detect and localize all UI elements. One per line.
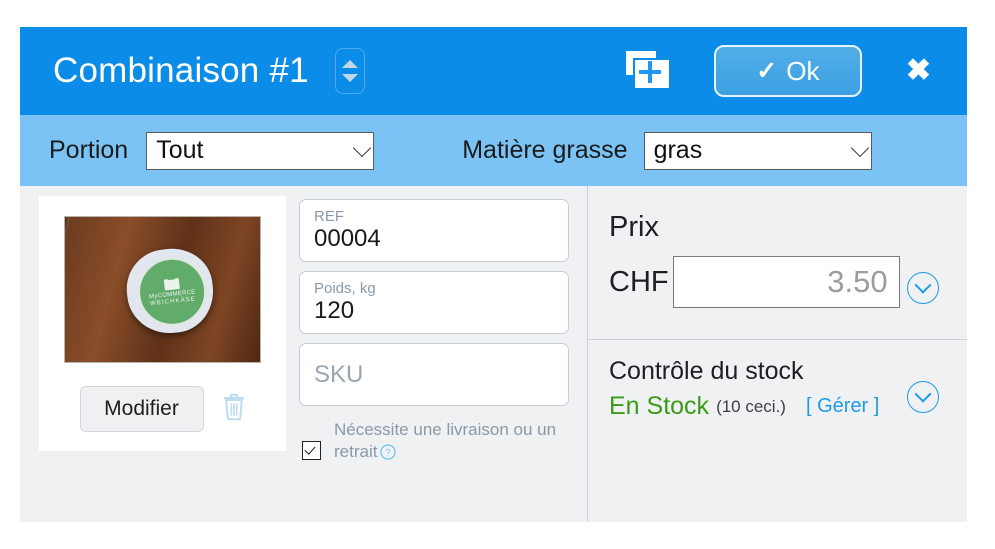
stock-section: Contrôle du stock En Stock (10 ceci.) [ … bbox=[588, 340, 967, 421]
weight-field[interactable]: Poids, kg 120 bbox=[299, 271, 569, 334]
stock-count: (10 ceci.) bbox=[716, 396, 786, 416]
check-icon: ✓ bbox=[756, 56, 778, 85]
dialog-content: MyCOMMERCE WEICHKÄSE Modifier REF 00004 … bbox=[20, 186, 967, 522]
fields-panel: REF 00004 Poids, kg 120 SKU Nécessite un… bbox=[299, 199, 569, 522]
ok-button[interactable]: ✓ Ok bbox=[713, 45, 862, 97]
dialog-title: Combinaison #1 bbox=[53, 51, 309, 90]
stock-section-title: Contrôle du stock bbox=[609, 357, 804, 385]
duplicate-add-icon[interactable] bbox=[625, 51, 671, 91]
shipping-label-text: Nécessite une livraison ou un retrait bbox=[334, 420, 557, 461]
fat-label: Matière grasse bbox=[462, 136, 628, 164]
ref-field[interactable]: REF 00004 bbox=[299, 199, 569, 262]
weight-field-label: Poids, kg bbox=[314, 280, 376, 297]
plus-icon-vertical bbox=[647, 61, 652, 83]
portion-select-value: Tout bbox=[156, 136, 204, 164]
cheese-label: MyCOMMERCE WEICHKÄSE bbox=[134, 254, 210, 330]
weight-field-value: 120 bbox=[314, 297, 355, 324]
price-expand-icon[interactable] bbox=[907, 272, 939, 304]
fat-select[interactable]: gras bbox=[643, 131, 872, 170]
fat-group: Matière grasse gras bbox=[462, 131, 872, 170]
dialog-toolbar: Portion Tout Matière grasse gras bbox=[20, 115, 967, 186]
stock-expand-icon[interactable] bbox=[907, 381, 939, 413]
dialog-titlebar: Combinaison #1 ✓ Ok ✖ bbox=[20, 27, 967, 115]
portion-label: Portion bbox=[49, 136, 129, 164]
stepper-up-icon[interactable] bbox=[341, 60, 358, 68]
trash-icon[interactable] bbox=[222, 392, 246, 426]
duplicate-front-card bbox=[632, 58, 671, 90]
ref-field-label: REF bbox=[314, 208, 344, 225]
help-question-icon[interactable]: ? bbox=[380, 444, 397, 466]
shipping-checkbox[interactable] bbox=[302, 441, 321, 460]
manage-stock-link[interactable]: [ Gérer ] bbox=[806, 395, 879, 418]
stepper-down-icon[interactable] bbox=[341, 74, 358, 82]
ref-field-value: 00004 bbox=[314, 225, 381, 252]
box-icon bbox=[163, 278, 180, 291]
currency-label: CHF bbox=[609, 265, 669, 298]
status-badge: En Stock bbox=[609, 392, 710, 420]
image-panel: MyCOMMERCE WEICHKÄSE Modifier bbox=[39, 196, 286, 451]
price-section-title: Prix bbox=[609, 211, 659, 243]
price-input[interactable]: 3.50 bbox=[672, 256, 900, 308]
ok-button-label: Ok bbox=[786, 55, 820, 86]
portion-group: Portion Tout bbox=[49, 131, 375, 170]
titlebar-actions: ✓ Ok ✖ bbox=[625, 27, 967, 115]
sku-field[interactable]: SKU bbox=[299, 343, 569, 406]
cheese-wrapper: MyCOMMERCE WEICHKÄSE bbox=[122, 244, 218, 338]
svg-text:?: ? bbox=[386, 448, 391, 459]
shipping-checkbox-row: Nécessite une livraison ou un retrait? bbox=[299, 419, 569, 466]
combination-stepper[interactable] bbox=[334, 48, 365, 94]
modify-image-button[interactable]: Modifier bbox=[79, 386, 204, 432]
close-icon[interactable]: ✖ bbox=[906, 56, 931, 86]
sku-field-placeholder: SKU bbox=[314, 360, 364, 388]
chevron-down-icon bbox=[353, 138, 372, 157]
price-section: Prix CHF 3.50 bbox=[588, 186, 967, 340]
image-actions: Modifier bbox=[79, 386, 246, 432]
price-input-value: 3.50 bbox=[827, 264, 888, 299]
fat-select-value: gras bbox=[653, 136, 703, 164]
product-photo[interactable]: MyCOMMERCE WEICHKÄSE bbox=[64, 216, 261, 363]
combination-dialog: Combinaison #1 ✓ Ok ✖ Portion Tout Matiè… bbox=[20, 27, 967, 522]
shipping-checkbox-label: Nécessite une livraison ou un retrait? bbox=[334, 419, 569, 466]
chevron-down-icon bbox=[850, 138, 869, 157]
portion-select[interactable]: Tout bbox=[146, 131, 375, 170]
price-stock-panel: Prix CHF 3.50 Contrôle du stock En Stock… bbox=[587, 186, 967, 522]
